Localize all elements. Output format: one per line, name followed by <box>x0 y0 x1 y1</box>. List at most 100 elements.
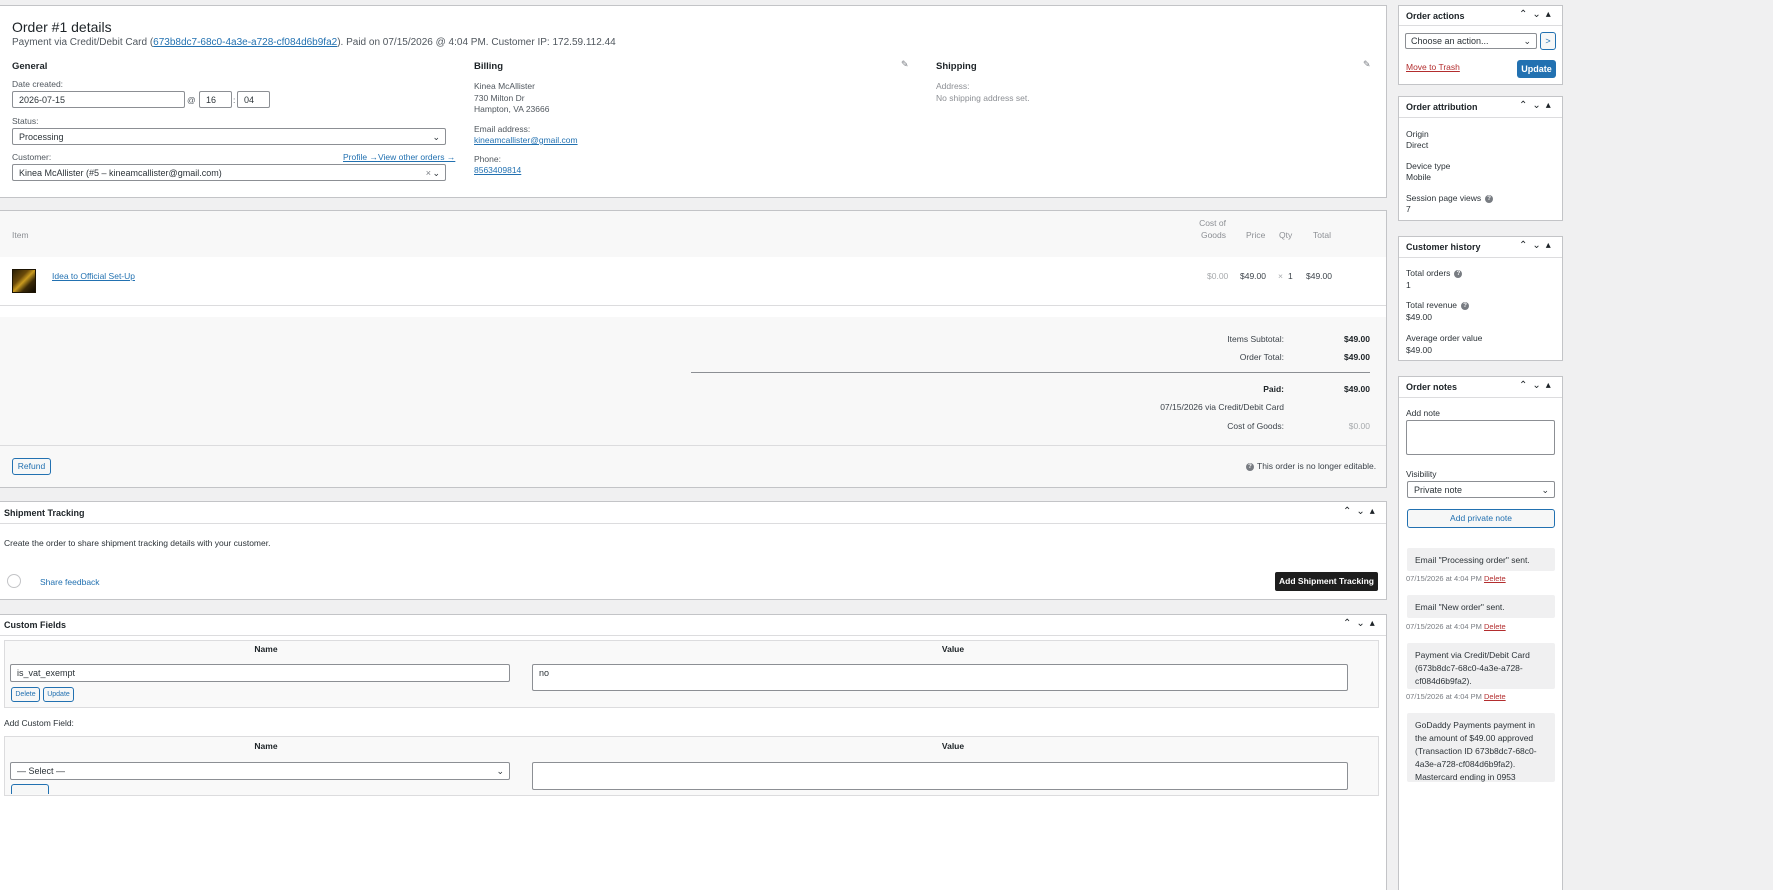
order-note-meta: 07/15/2026 at 4:04 PM Delete <box>1406 574 1506 583</box>
help-icon[interactable]: ? <box>1461 301 1470 310</box>
minute-input[interactable]: 04 <box>237 91 270 108</box>
shipping-heading: Shipping <box>936 61 977 72</box>
hour-input[interactable]: 16 <box>199 91 232 108</box>
shipment-panel-toggles[interactable]: ⌃⌄▴ <box>1343 506 1380 517</box>
add-cf-value-header: Value <box>941 741 965 751</box>
totals-divider <box>691 372 1370 373</box>
visibility-label: Visibility <box>1406 469 1437 479</box>
customer-select[interactable]: Kinea McAllister (#5 – kineamcallister@g… <box>12 164 446 181</box>
customer-history-toggles[interactable]: ⌃⌄▴ <box>1519 240 1556 251</box>
order-notes-divider <box>1399 397 1562 398</box>
clear-icon[interactable]: × <box>426 168 431 178</box>
add-cf-button[interactable] <box>11 784 49 794</box>
share-feedback-link[interactable]: Share feedback <box>40 577 100 587</box>
order-action-go-button[interactable]: > <box>1540 32 1556 50</box>
transaction-link[interactable]: 673b8dc7-68c0-4a3e-a728-cf084d6b9fa2 <box>153 37 337 48</box>
order-notes-toggles[interactable]: ⌃⌄▴ <box>1519 380 1556 391</box>
device-type-label: Device type <box>1406 161 1451 171</box>
order-attribution-toggles[interactable]: ⌃⌄▴ <box>1519 100 1556 111</box>
customer-history-divider <box>1399 257 1562 258</box>
customer-history-title: Customer history <box>1406 242 1481 252</box>
order-actions-title: Order actions <box>1406 11 1465 21</box>
total-revenue-value: $49.00 <box>1406 312 1432 322</box>
add-shipment-tracking-button[interactable]: Add Shipment Tracking <box>1275 572 1378 591</box>
order-attribution-title: Order attribution <box>1406 102 1478 112</box>
item-qty: 1 <box>1288 271 1293 281</box>
items-divider <box>0 305 1386 306</box>
delete-note-link[interactable]: Delete <box>1484 692 1506 701</box>
update-order-button[interactable]: Update <box>1517 60 1556 78</box>
order-action-select[interactable]: Choose an action... ⌄ <box>1405 33 1537 49</box>
billing-name: Kinea McAllister <box>474 81 535 91</box>
edit-shipping-icon[interactable]: ✎ <box>1363 59 1371 70</box>
subtotal-value: $49.00 <box>1344 334 1370 344</box>
profile-link[interactable]: Profile → <box>343 152 378 162</box>
total-orders-value: 1 <box>1406 280 1411 290</box>
item-qty-times: × <box>1278 271 1283 281</box>
chevron-down-icon: ⌄ <box>432 132 440 142</box>
col-item: Item <box>12 230 29 240</box>
product-link[interactable]: Idea to Official Set-Up <box>52 271 135 281</box>
custom-fields-toggles[interactable]: ⌃⌄▴ <box>1343 618 1380 629</box>
customer-value: Kinea McAllister (#5 – kineamcallister@g… <box>19 168 222 178</box>
session-views-label: Session page views? <box>1406 193 1494 203</box>
feedback-icon <box>7 574 21 588</box>
move-to-trash-link[interactable]: Move to Trash <box>1406 62 1460 72</box>
help-icon[interactable]: ? <box>1454 269 1463 278</box>
custom-fields-title: Custom Fields <box>4 620 67 630</box>
chevron-down-icon: ⌄ <box>496 766 504 776</box>
payment-summary: Payment via Credit/Debit Card (673b8dc7-… <box>12 37 616 48</box>
col-cost-of-goods: Cost of Goods <box>1199 218 1226 240</box>
date-created-input[interactable]: 2026-07-15 <box>12 91 185 108</box>
order-actions-toggles[interactable]: ⌃⌄▴ <box>1519 9 1556 20</box>
custom-fields-divider <box>0 635 1386 636</box>
order-total-value: $49.00 <box>1344 352 1370 362</box>
shipment-divider <box>0 523 1386 524</box>
add-cf-value-textarea[interactable] <box>532 762 1348 790</box>
visibility-select[interactable]: Private note ⌄ <box>1407 481 1555 498</box>
add-note-label: Add note <box>1406 408 1441 418</box>
cog-label: Cost of Goods: <box>1227 421 1284 431</box>
col-total: Total <box>1313 230 1331 240</box>
shipping-address-label: Address: <box>936 81 970 91</box>
item-total: $49.00 <box>1306 271 1332 281</box>
shipment-tracking-title: Shipment Tracking <box>4 508 85 518</box>
customer-label: Customer: <box>12 152 52 162</box>
delete-note-link[interactable]: Delete <box>1484 622 1506 631</box>
not-editable-notice: ? This order is no longer editable. <box>1246 461 1376 471</box>
chevron-down-icon: ⌄ <box>1541 485 1549 495</box>
add-cf-name-select[interactable]: — Select — ⌄ <box>10 762 510 780</box>
status-select[interactable]: Processing ⌄ <box>12 128 446 145</box>
order-note: Email "New order" sent. <box>1407 595 1555 618</box>
items-header-bg <box>0 211 1386 257</box>
billing-city: Hampton, VA 23666 <box>474 104 550 114</box>
order-note: Email "Processing order" sent. <box>1407 548 1555 571</box>
help-icon[interactable]: ? <box>1485 194 1494 203</box>
delete-note-link[interactable]: Delete <box>1484 574 1506 583</box>
cf-name-input[interactable]: is_vat_exempt <box>10 664 510 682</box>
origin-label: Origin <box>1406 129 1429 139</box>
edit-billing-icon[interactable]: ✎ <box>901 59 909 70</box>
add-note-textarea[interactable] <box>1406 420 1555 455</box>
add-cf-select-value: — Select — <box>17 766 66 776</box>
item-price: $49.00 <box>1240 271 1266 281</box>
order-actions-divider <box>1399 25 1562 26</box>
status-value: Processing <box>19 132 64 142</box>
add-private-note-button[interactable]: Add private note <box>1407 509 1555 528</box>
order-note: GoDaddy Payments payment in the amount o… <box>1407 713 1555 782</box>
billing-heading: Billing <box>474 61 504 72</box>
billing-phone-link[interactable]: 8563409814 <box>474 165 521 175</box>
chevron-down-icon: ⌄ <box>432 168 440 178</box>
cog-value: $0.00 <box>1348 421 1370 431</box>
order-total-label: Order Total: <box>1239 352 1284 362</box>
page-title: Order #1 details <box>12 19 112 35</box>
refund-button[interactable]: Refund <box>12 458 51 475</box>
date-created-label: Date created: <box>12 79 64 89</box>
cf-update-button[interactable]: Update <box>43 687 74 702</box>
paid-via: 07/15/2026 via Credit/Debit Card <box>1160 402 1284 412</box>
view-other-orders-link[interactable]: View other orders → <box>378 152 455 162</box>
cf-delete-button[interactable]: Delete <box>11 687 40 702</box>
cf-value-textarea[interactable]: no <box>532 664 1348 691</box>
device-type-value: Mobile <box>1406 172 1432 182</box>
billing-email-link[interactable]: kineamcallister@gmail.com <box>474 135 578 145</box>
